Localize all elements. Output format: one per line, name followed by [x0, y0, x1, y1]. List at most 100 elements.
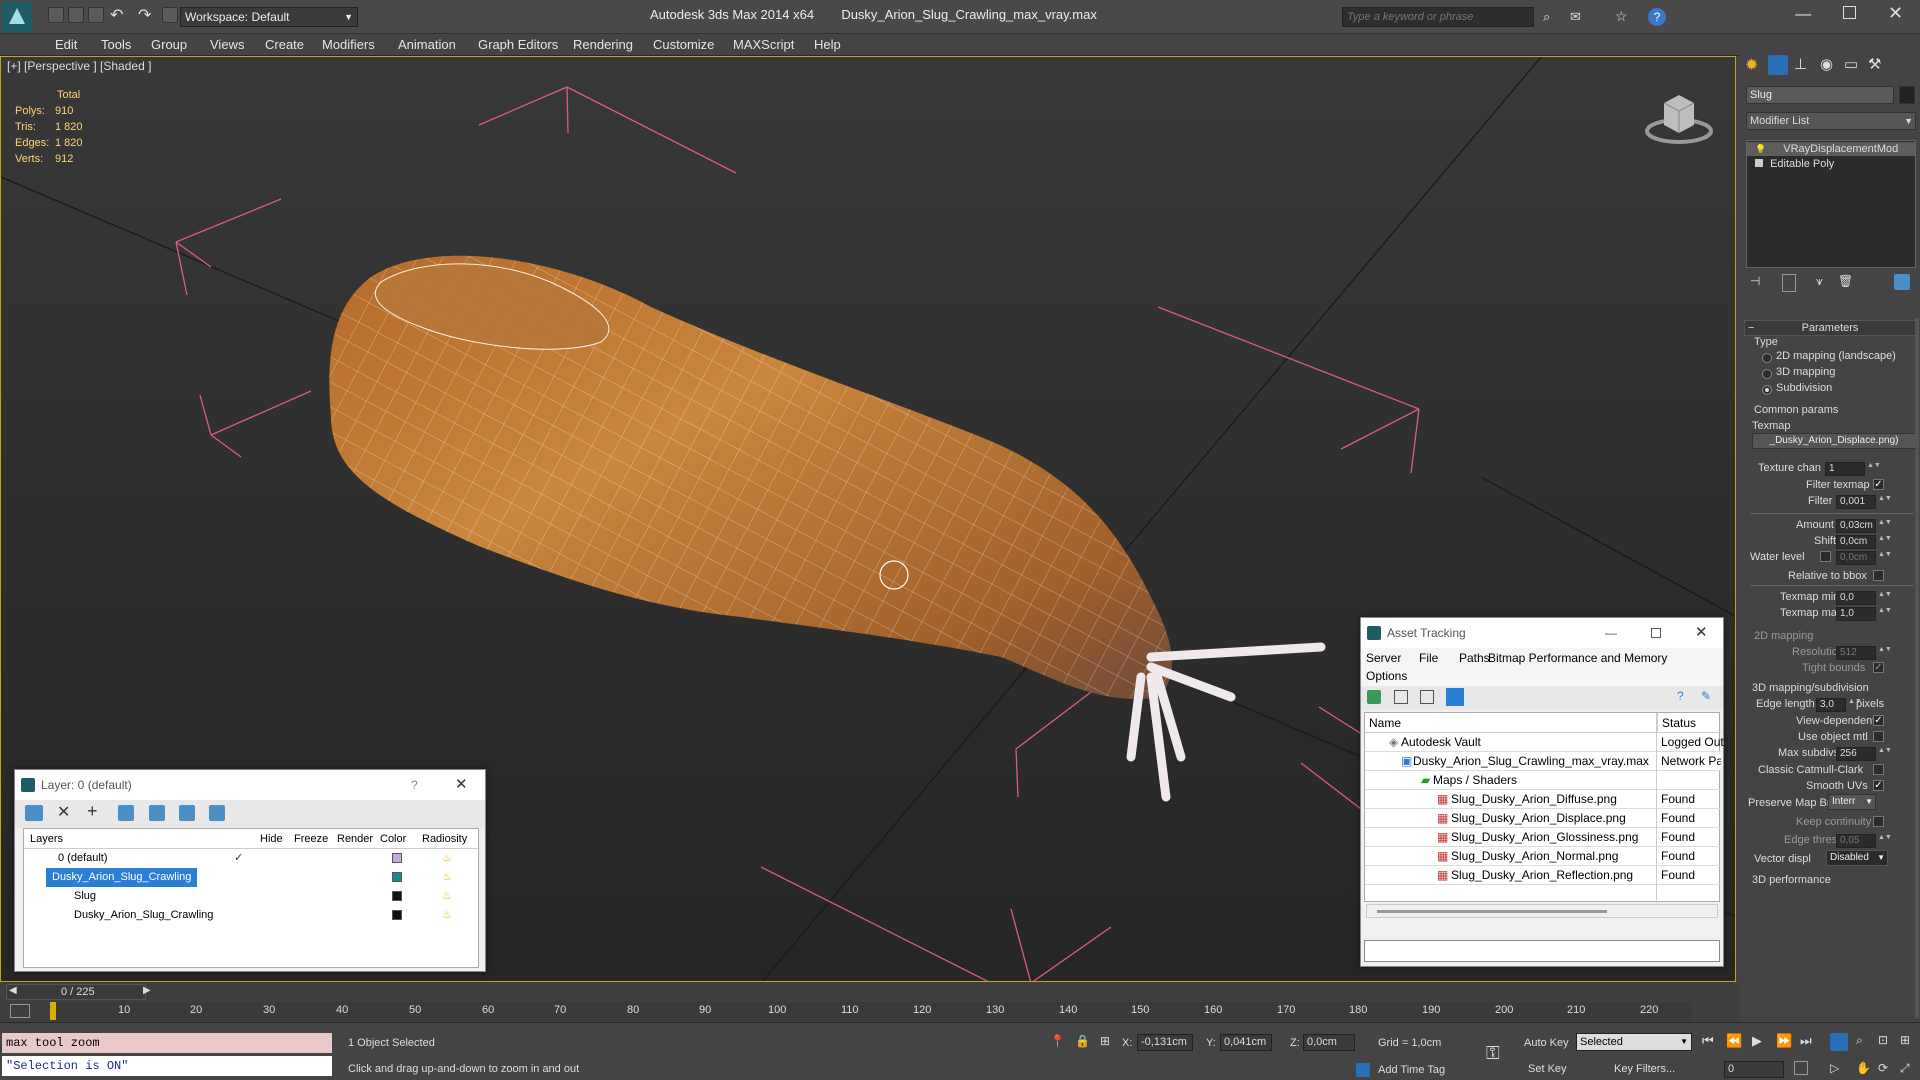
- auto-key-button[interactable]: Auto Key: [1524, 1037, 1569, 1049]
- object-color-swatch[interactable]: [1899, 86, 1915, 104]
- hide-all-layers-icon[interactable]: [179, 805, 195, 821]
- help-icon[interactable]: ?: [1648, 8, 1666, 26]
- edge-length-field[interactable]: 3,0: [1816, 698, 1846, 712]
- column-hide[interactable]: Hide: [260, 829, 283, 849]
- spinner-arrows-icon[interactable]: ▲▼: [1878, 519, 1892, 533]
- open-file-icon[interactable]: [68, 7, 84, 23]
- asset-row[interactable]: ▦ Slug_Dusky_Arion_Diffuse.png Found: [1365, 790, 1721, 809]
- column-name[interactable]: Name: [1369, 713, 1401, 733]
- asset-row[interactable]: ▦ Slug_Dusky_Arion_Glossiness.png Found: [1365, 828, 1721, 847]
- close-window-button[interactable]: ✕: [1888, 3, 1903, 24]
- key-mode-dropdown[interactable]: Selected ▼: [1576, 1033, 1692, 1051]
- radio-3d-mapping-label[interactable]: 3D mapping: [1776, 366, 1835, 378]
- texmap-max-field[interactable]: 1,0: [1836, 607, 1876, 621]
- layer-row[interactable]: Dusky_Arion_Slug_Crawling ♨: [24, 868, 480, 887]
- pan-icon[interactable]: ✋: [1856, 1061, 1871, 1075]
- modifier-stack-item[interactable]: Editable Poly: [1747, 157, 1915, 171]
- spinner-arrows-icon[interactable]: ▲▼: [1878, 535, 1892, 549]
- menu-tools[interactable]: Tools: [101, 37, 131, 52]
- radio-2d-mapping-label[interactable]: 2D mapping (landscape): [1776, 350, 1896, 362]
- layer-row[interactable]: 0 (default) ✓ ♨: [24, 849, 480, 868]
- spinner-arrows-icon[interactable]: ▲▼: [1878, 495, 1892, 509]
- smooth-uvs-checkbox[interactable]: ✓: [1873, 780, 1884, 791]
- thumbnail-view-icon[interactable]: [1420, 690, 1434, 704]
- timeline-track[interactable]: [52, 1002, 1692, 1022]
- column-radiosity[interactable]: Radiosity: [422, 829, 467, 849]
- modify-tab-icon[interactable]: [1768, 55, 1788, 75]
- search-input[interactable]: [1343, 8, 1533, 26]
- menu-maxscript[interactable]: MAXScript: [733, 37, 794, 52]
- go-to-end-icon[interactable]: ⏭: [1800, 1033, 1812, 1049]
- max-subdivs-field[interactable]: 256: [1836, 747, 1876, 761]
- maxscript-listener-line2[interactable]: "Selection is ON": [2, 1056, 332, 1076]
- layer-color-swatch[interactable]: [392, 872, 402, 882]
- create-tab-icon[interactable]: ✹: [1745, 55, 1758, 75]
- texmap-min-field[interactable]: 0,0: [1836, 591, 1876, 605]
- remove-modifier-icon[interactable]: 🗑: [1838, 274, 1853, 288]
- absolute-mode-icon[interactable]: ⊞: [1100, 1034, 1110, 1048]
- utilities-tab-icon[interactable]: ⚒: [1868, 55, 1881, 73]
- highlight-layer-icon[interactable]: [149, 805, 165, 821]
- x-coord-field[interactable]: -0,131cm: [1137, 1034, 1193, 1051]
- layer-color-swatch[interactable]: [392, 910, 402, 920]
- time-tag-icon[interactable]: [1356, 1063, 1370, 1077]
- spinner-arrows-icon[interactable]: ▲▼: [1878, 551, 1892, 565]
- asset-menu-bitmap[interactable]: Bitmap Performance and Memory: [1488, 651, 1667, 665]
- view-dependent-checkbox[interactable]: ✓: [1873, 715, 1884, 726]
- preserve-map-dropdown[interactable]: Interr ▼: [1828, 794, 1876, 810]
- select-objects-icon[interactable]: [118, 805, 134, 821]
- maximize-window-button[interactable]: [1843, 6, 1856, 19]
- help-icon[interactable]: ?: [411, 770, 418, 800]
- spinner-arrows-icon[interactable]: ▲▼: [1867, 462, 1881, 476]
- frame-field[interactable]: 0: [1724, 1061, 1784, 1078]
- maxscript-listener-line1[interactable]: max tool zoom: [2, 1033, 332, 1053]
- tight-bounds-checkbox[interactable]: ✓: [1873, 662, 1884, 673]
- favorites-icon[interactable]: ☆: [1615, 8, 1628, 25]
- timeline-playhead[interactable]: [50, 1002, 56, 1020]
- radio-subdivision[interactable]: [1762, 385, 1772, 395]
- menu-rendering[interactable]: Rendering: [573, 37, 633, 52]
- filter-blur-field[interactable]: 0,001: [1836, 495, 1876, 509]
- hierarchy-tab-icon[interactable]: ⊥: [1794, 55, 1807, 73]
- menu-customize[interactable]: Customize: [653, 37, 714, 52]
- radiosity-icon[interactable]: ♨: [442, 906, 452, 925]
- context-help-icon[interactable]: ✎: [1701, 689, 1711, 703]
- parameters-rollout-header[interactable]: − Parameters: [1744, 320, 1916, 336]
- pin-stack-icon[interactable]: ⊣: [1750, 274, 1760, 288]
- radio-3d-mapping[interactable]: [1762, 369, 1772, 379]
- layer-dialog-titlebar[interactable]: Layer: 0 (default) ? ✕: [15, 770, 485, 800]
- slug-mesh[interactable]: [329, 255, 1326, 802]
- maximize-icon[interactable]: [1651, 628, 1661, 638]
- zoom-extents-all-icon[interactable]: ⊞: [1900, 1033, 1910, 1047]
- curve-editor-icon[interactable]: [10, 1004, 30, 1018]
- isolate-selection-icon[interactable]: 📍: [1050, 1034, 1065, 1048]
- radiosity-icon[interactable]: ♨: [442, 887, 452, 906]
- zoom-icon[interactable]: [1830, 1033, 1848, 1051]
- motion-tab-icon[interactable]: ◉: [1820, 55, 1833, 73]
- configure-sets-icon[interactable]: [1894, 274, 1910, 290]
- add-to-layer-icon[interactable]: +: [87, 801, 98, 822]
- radiosity-icon[interactable]: ♨: [442, 849, 452, 868]
- radio-2d-mapping[interactable]: [1762, 353, 1772, 363]
- time-slider-next-icon[interactable]: ▶: [143, 985, 151, 996]
- layer-color-swatch[interactable]: [392, 853, 402, 863]
- refresh-icon[interactable]: [1367, 690, 1381, 704]
- search-field[interactable]: [1342, 7, 1534, 27]
- vector-displ-dropdown[interactable]: Disabled ▼: [1826, 850, 1888, 866]
- help-icon[interactable]: ?: [1677, 689, 1684, 703]
- next-frame-icon[interactable]: ⏩: [1776, 1033, 1792, 1049]
- project-folder-icon[interactable]: [162, 7, 178, 23]
- list-view-icon[interactable]: [1394, 690, 1408, 704]
- spinner-arrows-icon[interactable]: ▲▼: [1878, 646, 1892, 660]
- edge-thresh-field[interactable]: 0,05: [1836, 834, 1876, 848]
- show-end-result-icon[interactable]: [1782, 274, 1796, 292]
- modifier-stack-item[interactable]: 💡 VRayDisplacementMod: [1747, 142, 1915, 156]
- make-unique-icon[interactable]: ⩛: [1816, 274, 1823, 289]
- asset-row[interactable]: ▰ Maps / Shaders: [1365, 771, 1721, 790]
- spinner-arrows-icon[interactable]: ▲▼: [1878, 834, 1892, 848]
- spinner-arrows-icon[interactable]: ▲▼: [1848, 698, 1862, 712]
- time-slider[interactable]: ◀ 0 / 225 ▶: [6, 984, 151, 1000]
- asset-dialog-titlebar[interactable]: Asset Tracking — ✕: [1361, 618, 1723, 648]
- new-layer-icon[interactable]: [25, 805, 43, 821]
- undo-icon[interactable]: ↶: [110, 5, 123, 25]
